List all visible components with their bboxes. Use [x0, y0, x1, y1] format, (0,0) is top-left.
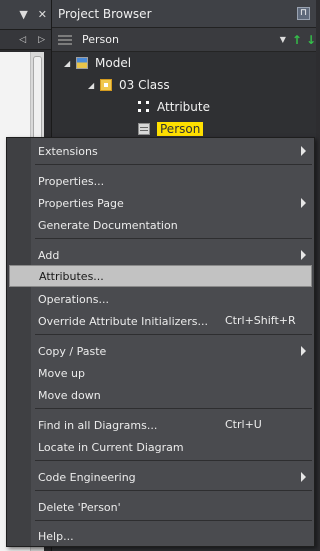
menu-item-label: Properties...: [38, 174, 105, 188]
menu-item-code-engineering[interactable]: Code Engineering: [9, 466, 312, 488]
tree-item-attribute[interactable]: Attribute: [138, 97, 210, 117]
menu-item-move-down[interactable]: Move down: [9, 384, 312, 406]
pin-icon[interactable]: ⊓: [297, 7, 310, 20]
menu-item-help[interactable]: Help...: [9, 525, 312, 547]
menu-item-shortcut: Ctrl+U: [225, 418, 262, 431]
menu-item-label: Locate in Current Diagram: [38, 440, 184, 454]
menu-item-properties[interactable]: Properties...: [9, 170, 312, 192]
tree-item-label-selected: Person: [157, 122, 204, 136]
tree-item-person[interactable]: Person: [138, 119, 204, 139]
menu-item-label: Delete 'Person': [38, 500, 121, 514]
menu-separator: [35, 460, 312, 461]
class-icon: [138, 123, 150, 135]
menu-item-shortcut: Ctrl+Shift+R: [225, 314, 296, 327]
model-icon: [76, 57, 88, 69]
menu-item-label: Generate Documentation: [38, 218, 178, 232]
menu-item-add[interactable]: Add: [9, 244, 312, 266]
submenu-arrow-icon: [301, 472, 306, 482]
project-browser-title: Project Browser: [58, 6, 152, 21]
move-up-arrow-icon[interactable]: ↑: [292, 33, 302, 47]
chevron-down-icon[interactable]: ▼: [280, 35, 286, 44]
menu-item-operations[interactable]: Operations...: [9, 288, 312, 310]
menu-item-delete[interactable]: Delete 'Person': [9, 496, 312, 518]
menu-item-attributes[interactable]: Attributes...: [9, 265, 312, 287]
menu-item-label: Properties Page: [38, 196, 124, 210]
nav-left-icon[interactable]: ◁: [19, 35, 26, 45]
left-dropdown-icon[interactable]: ▼: [19, 8, 27, 21]
menu-separator: [35, 164, 312, 165]
menu-item-copy-paste[interactable]: Copy / Paste: [9, 340, 312, 362]
menu-item-override-initializers[interactable]: Override Attribute Initializers... Ctrl+…: [9, 310, 312, 332]
menu-separator: [35, 334, 312, 335]
project-browser-titlebar: Project Browser ⊓: [52, 0, 316, 28]
project-browser-toolbar: Person ▼ ↑ ↓: [52, 28, 316, 52]
nav-right-icon[interactable]: ▷: [38, 35, 45, 45]
menu-item-label: Code Engineering: [38, 470, 136, 484]
menu-icon[interactable]: [58, 34, 72, 45]
menu-separator: [35, 490, 312, 491]
menu-separator: [35, 520, 312, 521]
tree-item-model[interactable]: ◢ Model: [64, 53, 131, 73]
menu-separator: [35, 408, 312, 409]
menu-item-label: Help...: [38, 529, 74, 543]
tree-item-package[interactable]: ◢ 03 Class: [88, 75, 170, 95]
menu-item-label: Move up: [38, 366, 85, 380]
menu-item-label: Copy / Paste: [38, 344, 107, 358]
menu-item-properties-page[interactable]: Properties Page: [9, 192, 312, 214]
menu-item-label: Extensions: [38, 144, 98, 158]
submenu-arrow-icon: [301, 146, 306, 156]
menu-item-move-up[interactable]: Move up: [9, 362, 312, 384]
menu-item-label: Operations...: [38, 292, 109, 306]
attribute-icon: [138, 101, 150, 113]
left-pane-nav: ◁ ▷: [0, 30, 51, 50]
menu-separator: [35, 238, 312, 239]
menu-item-label: Find in all Diagrams...: [38, 418, 158, 432]
close-icon[interactable]: ✕: [38, 8, 47, 21]
submenu-arrow-icon: [301, 346, 306, 356]
left-pane-header: ▼ ✕: [0, 0, 51, 30]
menu-item-generate-documentation[interactable]: Generate Documentation: [9, 214, 312, 236]
submenu-arrow-icon: [301, 250, 306, 260]
package-selector[interactable]: Person: [82, 33, 280, 46]
expand-triangle-icon[interactable]: ◢: [64, 59, 76, 68]
menu-item-find-in-diagrams[interactable]: Find in all Diagrams... Ctrl+U: [9, 414, 312, 436]
submenu-arrow-icon: [301, 198, 306, 208]
tree-item-label: Attribute: [157, 100, 210, 114]
menu-item-label: Move down: [38, 388, 101, 402]
menu-item-label: Attributes...: [39, 269, 104, 283]
menu-item-locate-in-diagram[interactable]: Locate in Current Diagram: [9, 436, 312, 458]
context-menu: Extensions Properties... Properties Page…: [6, 137, 315, 547]
tree-item-label: 03 Class: [119, 78, 170, 92]
menu-item-label: Override Attribute Initializers...: [38, 314, 208, 328]
menu-item-label: Add: [38, 248, 60, 262]
menu-item-extensions[interactable]: Extensions: [9, 140, 312, 162]
expand-triangle-icon[interactable]: ◢: [88, 81, 100, 90]
package-icon: [100, 79, 112, 91]
move-down-arrow-icon[interactable]: ↓: [306, 33, 316, 47]
tree-item-label: Model: [95, 56, 132, 70]
